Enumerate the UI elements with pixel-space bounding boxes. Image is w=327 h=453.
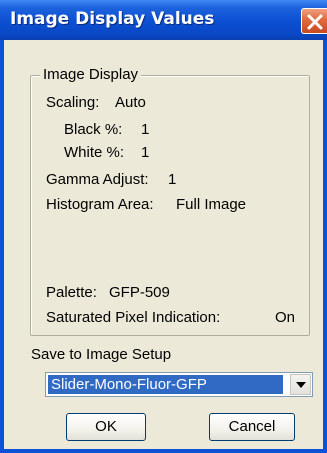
palette-value: GFP-509 [109,284,170,301]
cancel-button[interactable]: Cancel [209,413,295,441]
image-setup-selected[interactable]: Slider-Mono-Fluor-GFP [48,375,283,394]
dialog-window: Image Display Values Image Display Scali… [0,0,327,453]
window-frame-left [0,40,4,453]
black-percent-label: Black %: [64,121,123,138]
title-bar[interactable]: Image Display Values [0,0,327,40]
dropdown-button[interactable] [290,374,311,395]
black-percent-value: 1 [141,121,150,138]
gamma-adjust-label: Gamma Adjust: [46,171,149,188]
white-percent-value: 1 [141,144,150,161]
scaling-label: Scaling: [46,94,100,111]
image-setup-select[interactable]: Slider-Mono-Fluor-GFP [45,372,313,397]
group-title: Image Display [40,66,142,83]
saturated-pixel-value: On [275,309,296,326]
window-frame-right [323,40,327,453]
histogram-area-label: Histogram Area: [46,196,154,213]
window-title: Image Display Values [10,9,215,29]
histogram-area-value: Full Image [176,196,247,213]
gamma-adjust-value: 1 [168,171,177,188]
chevron-down-icon [296,382,306,388]
window-frame-bottom [0,449,327,453]
close-icon [307,14,323,30]
palette-label: Palette: [46,284,97,301]
saturated-pixel-label: Saturated Pixel Indication: [46,309,221,326]
close-button[interactable] [301,8,327,34]
save-setup-label: Save to Image Setup [31,346,172,363]
white-percent-label: White %: [64,144,125,161]
ok-button[interactable]: OK [66,413,146,441]
scaling-value: Auto [115,94,146,111]
